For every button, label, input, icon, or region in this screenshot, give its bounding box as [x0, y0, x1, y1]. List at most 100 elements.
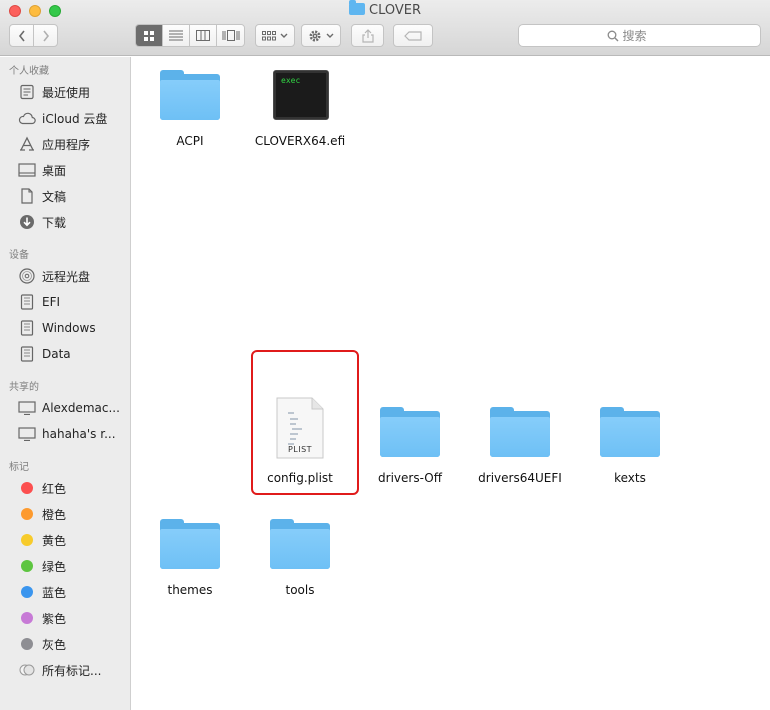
search-icon [607, 30, 618, 41]
sidebar-item-label: 最近使用 [42, 85, 91, 100]
window-title-text: CLOVER [369, 3, 421, 18]
sidebar-tag-blue[interactable]: 蓝色 [0, 581, 130, 603]
sidebar-tag-yellow[interactable]: 黄色 [0, 529, 130, 551]
search-field[interactable] [518, 24, 761, 47]
tag-dot [21, 508, 33, 520]
file-item-tools[interactable]: tools [245, 512, 355, 612]
sidebar-item-label: 橙色 [42, 507, 67, 522]
sidebar-item-label: 桌面 [42, 163, 67, 178]
disk-icon [18, 319, 36, 337]
tag-dot-wrapper [18, 609, 36, 627]
chevron-down-icon [280, 33, 288, 38]
file-item-themes[interactable]: themes [135, 512, 245, 612]
finder-window: CLOVER 搜索 个人收藏 最近使用 iCloud 云盘 应用程序 桌面 文稿… [0, 0, 770, 710]
file-item-kexts[interactable]: kexts [575, 397, 685, 497]
sidebar-item-applications[interactable]: 应用程序 [0, 133, 130, 155]
folder-icon [349, 0, 365, 15]
sidebar-item-shared-computer[interactable]: Alexdemac... [0, 397, 130, 419]
sidebar-section-devices: 设备 [9, 250, 29, 261]
tag-dot-wrapper [18, 479, 36, 497]
file-item-acpi[interactable]: ACPI [135, 67, 245, 167]
action-button[interactable] [301, 24, 341, 47]
sidebar-item-icloud[interactable]: iCloud 云盘 [0, 107, 130, 129]
sidebar-item-label: 文稿 [42, 189, 67, 204]
gallery-view-button[interactable] [217, 25, 244, 46]
file-name: drivers-Off [378, 471, 442, 485]
column-view-button[interactable] [190, 25, 217, 46]
cloud-icon [18, 109, 36, 127]
sidebar-item-label: Windows [42, 321, 96, 335]
share-icon [361, 28, 374, 43]
sidebar-item-label: 红色 [42, 481, 67, 496]
folder-icon [160, 519, 220, 569]
gear-icon [309, 30, 321, 41]
sidebar-item-shared-computer[interactable]: hahaha's r... [0, 423, 130, 445]
list-view-button[interactable] [163, 25, 190, 46]
folder-icon [490, 407, 550, 457]
file-item-drivers-off[interactable]: drivers-Off [355, 397, 465, 497]
sidebar-item-windows[interactable]: Windows [0, 317, 130, 339]
sidebar-item-downloads[interactable]: 下载 [0, 211, 130, 233]
sidebar-section-shared: 共享的 [9, 382, 39, 393]
file-name: drivers64UEFI [478, 471, 562, 485]
tag-dot [21, 586, 33, 598]
tag-dot-wrapper [18, 557, 36, 575]
sidebar-tag-orange[interactable]: 橙色 [0, 503, 130, 525]
list-icon [169, 30, 183, 41]
chevron-left-icon [18, 30, 25, 41]
sidebar-item-label: EFI [42, 295, 61, 309]
sidebar-item-data[interactable]: Data [0, 343, 130, 365]
file-item-drivers64uefi[interactable]: drivers64UEFI [465, 397, 575, 497]
desktop-icon [18, 161, 36, 179]
grid-icon [144, 30, 154, 41]
columns-icon [196, 30, 210, 41]
tag-dot [21, 612, 33, 624]
applications-icon [18, 135, 36, 153]
sidebar-item-label: 应用程序 [42, 137, 91, 152]
sidebar-item-label: Alexdemac... [42, 401, 120, 415]
forward-button[interactable] [33, 24, 58, 47]
sidebar-section-favorites: 个人收藏 [9, 66, 49, 77]
folder-icon [160, 70, 220, 120]
sidebar: 个人收藏 最近使用 iCloud 云盘 应用程序 桌面 文稿 下载 设备 远程光… [0, 57, 131, 710]
sidebar-item-recents[interactable]: 最近使用 [0, 81, 130, 103]
tag-dot-wrapper [18, 583, 36, 601]
sidebar-item-label: 所有标记... [42, 663, 102, 678]
sidebar-item-efi[interactable]: EFI [0, 291, 130, 313]
documents-icon [18, 187, 36, 205]
folder-icon [380, 407, 440, 457]
highlight-box [251, 350, 359, 495]
sidebar-item-label: iCloud 云盘 [42, 111, 108, 126]
downloads-icon [18, 213, 36, 231]
sidebar-item-remote-disc[interactable]: 远程光盘 [0, 265, 130, 287]
file-name: ACPI [176, 134, 204, 148]
sidebar-section-tags: 标记 [9, 462, 29, 473]
sidebar-item-label: 下载 [42, 215, 67, 230]
view-mode-control [135, 24, 245, 47]
arrange-button[interactable] [255, 24, 295, 47]
window-title: CLOVER [0, 0, 770, 18]
sidebar-item-label: hahaha's r... [42, 427, 116, 441]
sidebar-tag-green[interactable]: 绿色 [0, 555, 130, 577]
search-input[interactable] [622, 28, 673, 43]
edit-tags-button[interactable] [393, 24, 433, 47]
sidebar-all-tags[interactable]: 所有标记... [0, 659, 130, 681]
file-name: kexts [614, 471, 646, 485]
sidebar-tag-red[interactable]: 红色 [0, 477, 130, 499]
sidebar-item-label: 黄色 [42, 533, 67, 548]
folder-icon [600, 407, 660, 457]
sidebar-item-label: Data [42, 347, 71, 361]
share-button[interactable] [351, 24, 384, 47]
folder-icon [270, 519, 330, 569]
file-item-cloverx64[interactable]: exec CLOVERX64.efi [245, 67, 355, 167]
tag-dot-wrapper [18, 505, 36, 523]
icon-view-button[interactable] [136, 25, 163, 46]
sidebar-item-documents[interactable]: 文稿 [0, 185, 130, 207]
sidebar-tag-purple[interactable]: 紫色 [0, 607, 130, 629]
sidebar-item-desktop[interactable]: 桌面 [0, 159, 130, 181]
all-tags-icon [18, 661, 36, 679]
back-button[interactable] [9, 24, 34, 47]
sidebar-item-label: 灰色 [42, 637, 67, 652]
sidebar-tag-gray[interactable]: 灰色 [0, 633, 130, 655]
tag-dot [21, 534, 33, 546]
